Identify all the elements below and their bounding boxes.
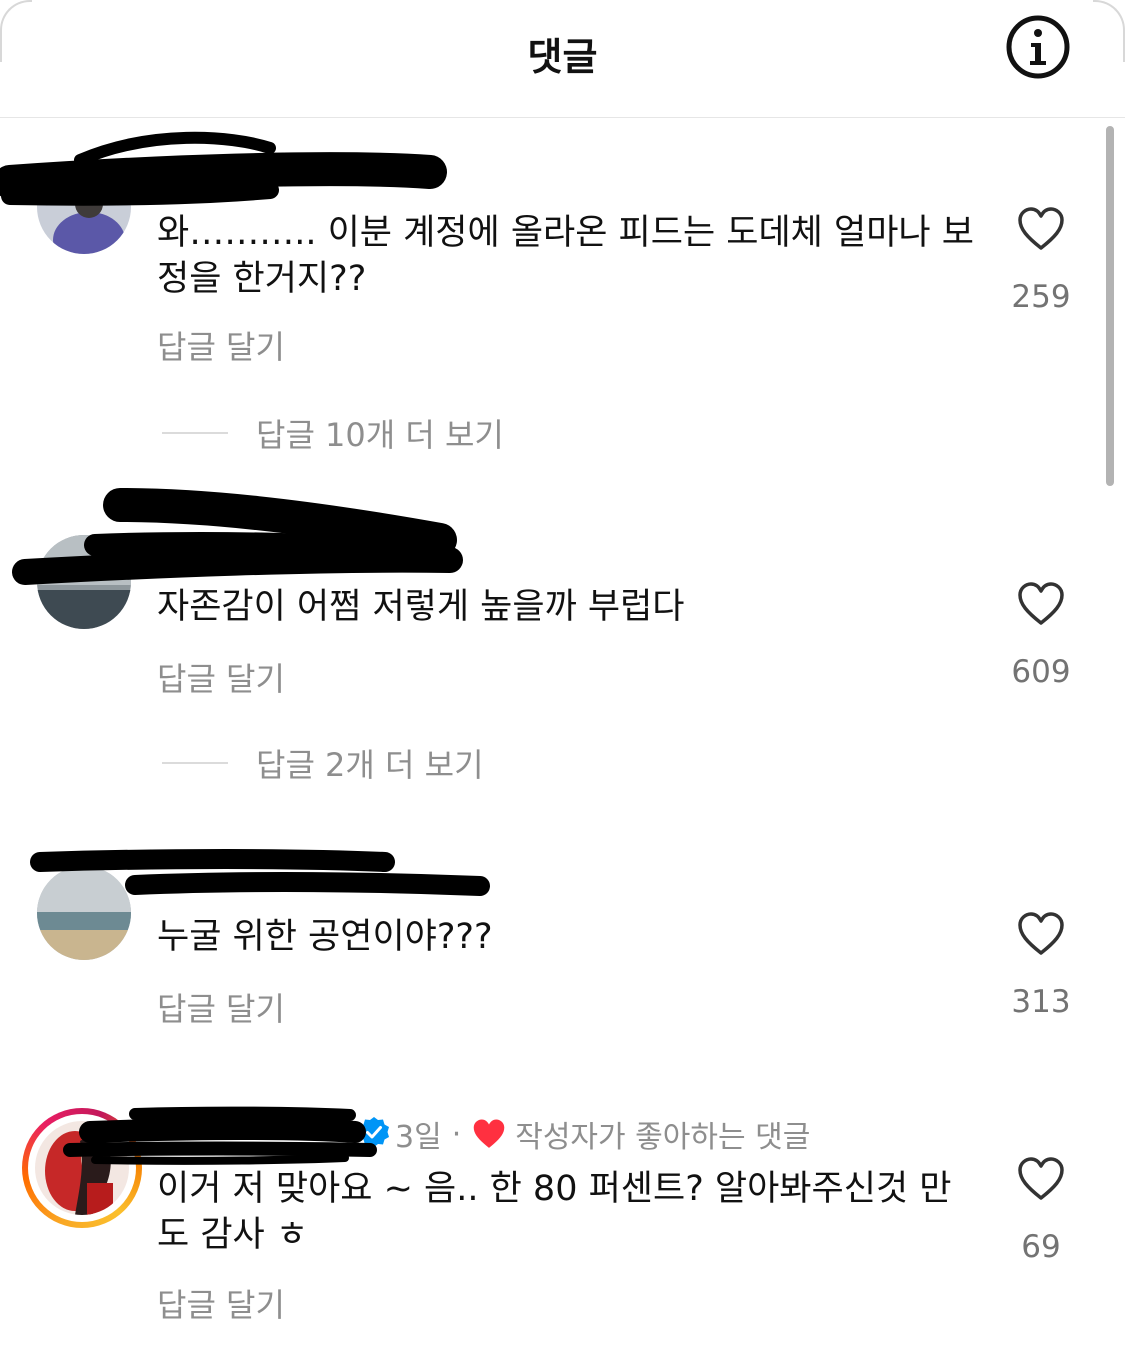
divider-line [162, 762, 228, 764]
creator-liked-label: 작성자가 좋아하는 댓글 [515, 1120, 811, 1155]
like-count: 313 [1011, 984, 1071, 1020]
comments-header: 댓글 [0, 0, 1125, 118]
view-more-replies-label: 답글 2개 더 보기 [256, 746, 484, 784]
avatar[interactable] [37, 535, 131, 629]
page-title: 댓글 [527, 35, 598, 79]
story-ring[interactable] [22, 1108, 142, 1228]
comment-text: 누굴 위한 공연이야??? [157, 917, 493, 957]
view-more-replies[interactable]: 답글 10개 더 보기 [162, 413, 504, 454]
info-icon[interactable] [1006, 15, 1070, 79]
reply-button[interactable]: 답글 달기 [157, 1280, 285, 1326]
like-count: 69 [1021, 1229, 1061, 1265]
heart-icon[interactable] [1017, 1157, 1065, 1201]
view-more-replies[interactable]: 답글 2개 더 보기 [162, 743, 484, 784]
avatar[interactable] [35, 1121, 129, 1215]
timestamp: 3일 [395, 1120, 442, 1155]
reply-button[interactable]: 답글 달기 [157, 322, 285, 368]
scrollbar[interactable] [1106, 126, 1114, 486]
avatar[interactable] [37, 866, 131, 960]
like-column: 313 [1000, 912, 1082, 1020]
verified-badge-icon [359, 1117, 389, 1147]
like-count: 609 [1011, 654, 1071, 690]
comment-text: 이거 저 맞아요 ~ 음.. 한 80 퍼센트? 알아봐주신것 만도 감사 ㅎ [157, 1169, 952, 1255]
like-column: 69 [1000, 1157, 1082, 1265]
heart-icon[interactable] [1017, 912, 1065, 956]
heart-icon[interactable] [1017, 207, 1065, 251]
comment-text: 자존감이 어쩜 저렇게 높을까 부럽다 [157, 587, 685, 627]
like-column: 259 [1000, 207, 1082, 315]
comment-meta: 3일 · 작성자가 좋아하는 댓글 [395, 1114, 811, 1156]
reply-button[interactable]: 답글 달기 [157, 984, 285, 1030]
heart-icon[interactable] [1017, 582, 1065, 626]
meta-separator: · [451, 1116, 462, 1152]
comment-text: 와……….. 이분 계정에 올라온 피드는 도데체 얼마나 보정을 한거지?? [157, 213, 974, 299]
reply-button[interactable]: 답글 달기 [157, 654, 285, 700]
avatar[interactable] [37, 160, 131, 254]
heart-filled-icon [473, 1119, 505, 1148]
view-more-replies-label: 답글 10개 더 보기 [256, 416, 504, 454]
like-column: 609 [1000, 582, 1082, 690]
divider-line [162, 432, 228, 434]
like-count: 259 [1011, 279, 1071, 315]
